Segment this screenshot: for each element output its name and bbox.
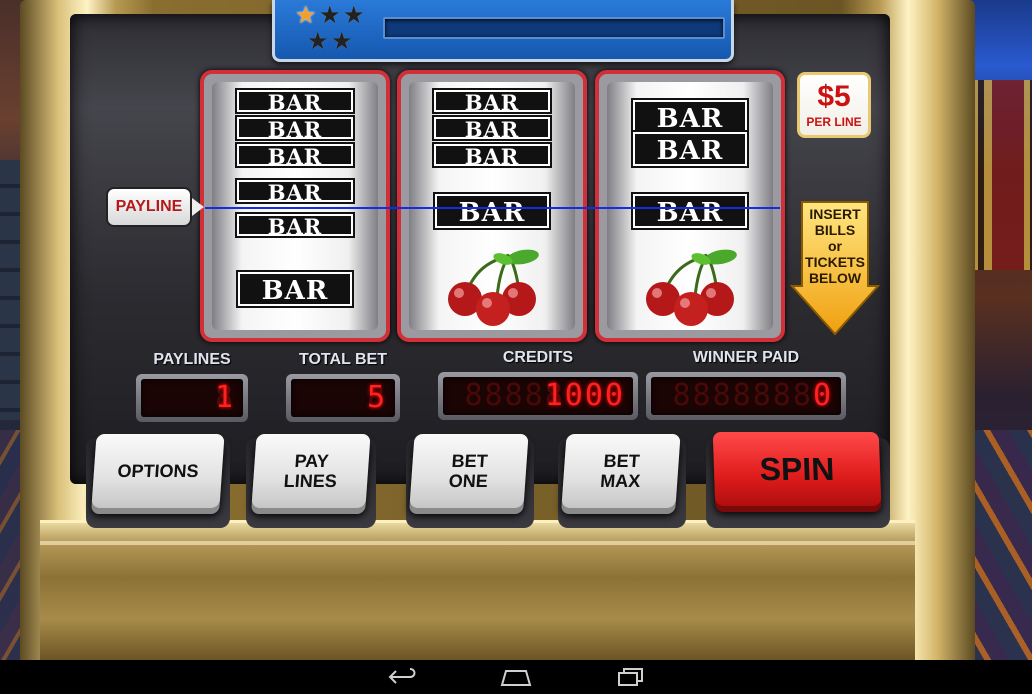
options-button-label: OPTIONS bbox=[116, 461, 200, 481]
star-icon: ★ bbox=[343, 2, 365, 29]
winner-paid-ghost-digits: 88888888 bbox=[672, 378, 833, 413]
winner-paid-meter: 88888888 0 bbox=[646, 372, 846, 420]
level-progress-bar bbox=[383, 17, 725, 39]
total-bet-value: 5 bbox=[366, 380, 387, 415]
level-progress-panel: ★ ★ ★ ★ ★ bbox=[272, 0, 734, 62]
total-bet-display: 8 5 bbox=[291, 379, 395, 417]
total-bet-meter: 8 5 bbox=[286, 374, 400, 422]
bar-symbol: BAR bbox=[433, 192, 551, 230]
recent-apps-icon[interactable] bbox=[614, 667, 648, 687]
total-bet-label: TOTAL BET bbox=[299, 351, 387, 368]
star-icon: ★ bbox=[319, 2, 341, 29]
insert-line: INSERT bbox=[809, 206, 861, 222]
bet-one-label-1: BET bbox=[451, 451, 489, 471]
price-amount: $5 bbox=[817, 80, 851, 113]
bar-symbol: BAR bbox=[235, 115, 355, 142]
price-per-line-badge: $5 PER LINE bbox=[797, 72, 871, 138]
reel-3: BAR BAR BAR bbox=[595, 70, 785, 342]
insert-line: or bbox=[828, 238, 842, 254]
insert-line: BELOW bbox=[808, 270, 862, 286]
winner-paid-display: 88888888 0 bbox=[651, 377, 841, 415]
spin-button-label: SPIN bbox=[759, 451, 835, 487]
pay-lines-button[interactable]: PAY LINES bbox=[251, 434, 371, 508]
reel-3-face: BAR BAR BAR bbox=[607, 82, 773, 330]
level-stars: ★ ★ ★ ★ ★ bbox=[295, 4, 375, 58]
price-unit: PER LINE bbox=[806, 115, 862, 129]
winner-paid-label: WINNER PAID bbox=[692, 349, 800, 366]
bar-symbol: BAR bbox=[235, 212, 355, 239]
payline-arrow-icon bbox=[192, 198, 204, 216]
cabinet-lower-panel bbox=[40, 520, 915, 660]
pay-lines-label-1: PAY bbox=[293, 451, 330, 471]
paylines-meter: 8 1 bbox=[136, 374, 248, 422]
reel-1: BAR BAR BAR BAR BAR BAR bbox=[200, 70, 390, 342]
insert-line: TICKETS bbox=[805, 254, 865, 270]
insert-bills-sign: INSERT BILLS or TICKETS BELOW bbox=[789, 200, 881, 336]
android-navigation-bar bbox=[0, 660, 1032, 694]
pay-lines-label-2: LINES bbox=[283, 471, 338, 491]
options-button[interactable]: OPTIONS bbox=[91, 434, 225, 508]
bar-symbol: BAR bbox=[235, 178, 355, 205]
credits-label: CREDITS bbox=[502, 349, 574, 366]
bet-one-label-2: ONE bbox=[448, 471, 489, 491]
reel-2-face: BAR BAR BAR BAR bbox=[409, 82, 575, 330]
credits-value: 1000 bbox=[544, 378, 625, 413]
home-icon[interactable] bbox=[498, 667, 534, 687]
bet-max-label-1: BET bbox=[603, 451, 641, 471]
cherries-icon bbox=[448, 249, 539, 326]
insert-line: BILLS bbox=[814, 222, 856, 238]
bar-symbol: BAR bbox=[432, 115, 552, 142]
reel-2: BAR BAR BAR BAR bbox=[397, 70, 587, 342]
bar-symbol: BAR bbox=[235, 88, 355, 115]
star-icon: ★ bbox=[307, 28, 329, 55]
bar-symbol: BAR bbox=[235, 142, 355, 169]
credits-meter: 88888888 1000 bbox=[438, 372, 638, 420]
bet-max-button[interactable]: BET MAX bbox=[561, 434, 681, 508]
star-icon: ★ bbox=[331, 28, 353, 55]
back-arrow-icon[interactable] bbox=[386, 667, 420, 687]
payline-label: PAYLINE bbox=[106, 187, 192, 227]
bet-one-button[interactable]: BET ONE bbox=[409, 434, 529, 508]
bar-symbol: BAR bbox=[236, 270, 354, 308]
star-icon: ★ bbox=[295, 2, 317, 29]
winner-paid-value: 0 bbox=[812, 378, 833, 413]
bar-symbol: BAR bbox=[432, 88, 552, 115]
credits-display: 88888888 1000 bbox=[443, 377, 633, 415]
paylines-value: 1 bbox=[214, 380, 235, 415]
cherries-icon bbox=[646, 249, 737, 326]
bar-symbol: BAR bbox=[432, 142, 552, 169]
paylines-display: 8 1 bbox=[141, 379, 243, 417]
payline-indicator-line bbox=[205, 207, 780, 209]
reel-1-face: BAR BAR BAR BAR BAR BAR bbox=[212, 82, 378, 330]
bar-symbol: BAR bbox=[631, 192, 749, 230]
bar-symbol: BAR bbox=[631, 130, 749, 168]
spin-button[interactable]: SPIN bbox=[712, 432, 882, 506]
bet-max-label-2: MAX bbox=[599, 471, 641, 491]
paylines-label: PAYLINES bbox=[153, 351, 231, 368]
insert-bills-text: INSERT BILLS or TICKETS BELOW bbox=[790, 206, 880, 286]
